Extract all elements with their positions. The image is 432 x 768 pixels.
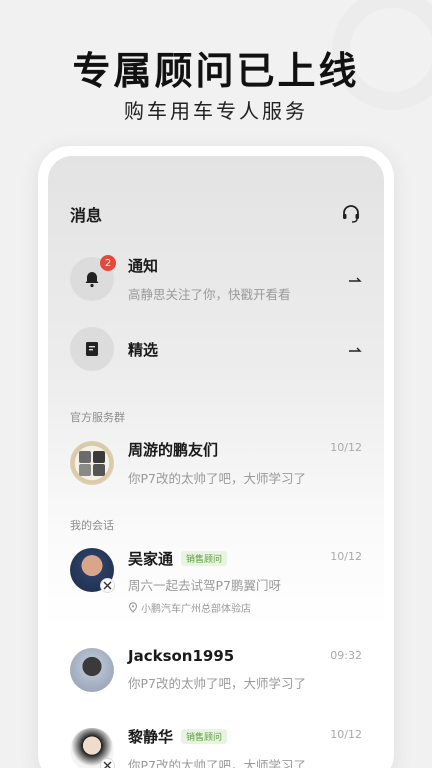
headset-icon[interactable] <box>340 203 362 225</box>
featured-icon-wrap <box>70 327 114 371</box>
bell-icon <box>85 272 99 288</box>
group-last-message: 你P7改的太帅了吧，大师学习了 <box>128 471 306 486</box>
document-icon <box>86 342 98 356</box>
chat-time: 10/12 <box>330 550 362 563</box>
chat-time: 09:32 <box>330 649 362 662</box>
chat-text: 吴家通 销售顾问 周六一起去试驾P7鹏翼门呀 小鹏汽车广州总部体验店 10/12 <box>128 548 362 615</box>
verified-icon <box>100 758 115 768</box>
section-label-official: 官方服务群 <box>70 411 125 424</box>
unread-badge: 2 <box>100 255 116 271</box>
sales-advisor-tag: 销售顾问 <box>181 729 228 744</box>
location-pin-icon <box>128 602 138 613</box>
chat-avatar <box>70 647 114 692</box>
chat-last-message: 你P7改的太帅了吧，大师学习了 <box>128 676 306 691</box>
page-title: 消息 <box>70 206 103 225</box>
section-label-mine: 我的会话 <box>70 519 114 532</box>
chat-row[interactable]: 吴家通 销售顾问 周六一起去试驾P7鹏翼门呀 小鹏汽车广州总部体验店 10/12 <box>70 548 362 615</box>
chat-name: 吴家通 销售顾问 <box>128 548 362 569</box>
chat-last-message: 周六一起去试驾P7鹏翼门呀 <box>128 578 281 593</box>
chat-location: 小鹏汽车广州总部体验店 <box>128 600 362 615</box>
notifications-preview: 高静思关注了你，快戳开看看 <box>128 287 291 302</box>
arrow-right-icon <box>349 347 362 352</box>
chat-row[interactable]: Jackson1995 你P7改的太帅了吧，大师学习了 09:32 <box>70 647 362 692</box>
chat-last-message: 你P7改的太帅了吧，大师学习了 <box>128 758 306 768</box>
chat-row[interactable]: 黎静华 销售顾问 你P7改的太帅了吧，大师学习了 10/12 <box>70 726 362 768</box>
chat-name: Jackson1995 <box>128 647 235 665</box>
chat-text: 黎静华 销售顾问 你P7改的太帅了吧，大师学习了 10/12 <box>128 726 362 768</box>
hero-title: 专属顾问已上线 <box>72 49 360 93</box>
featured-title: 精选 <box>128 340 159 359</box>
chat-time: 10/12 <box>330 728 362 741</box>
featured-row[interactable]: 精选 <box>70 327 362 371</box>
notifications-title: 通知 <box>128 257 159 275</box>
notifications-text: 通知 高静思关注了你，快戳开看看 <box>128 255 348 303</box>
group-avatar <box>70 441 114 485</box>
notifications-row[interactable]: 2 通知 高静思关注了你，快戳开看看 <box>70 255 362 303</box>
arrow-right-icon <box>349 277 362 282</box>
top-bar: 消息 <box>70 202 362 226</box>
chat-text: Jackson1995 你P7改的太帅了吧，大师学习了 09:32 <box>128 647 362 692</box>
group-time: 10/12 <box>330 441 362 454</box>
chat-avatar <box>70 728 115 768</box>
chat-name: 黎静华 销售顾问 <box>128 726 362 747</box>
messages-screen: 消息 2 通知 高静思关注了你，快戳开看看 精选 官方服务群 周游的鹏友们 你P… <box>48 156 384 768</box>
featured-text: 精选 <box>128 339 348 360</box>
notification-icon-wrap: 2 <box>70 255 116 301</box>
phone-frame: 消息 2 通知 高静思关注了你，快戳开看看 精选 官方服务群 周游的鹏友们 你P… <box>38 146 394 768</box>
verified-icon <box>100 578 115 593</box>
group-chat-text: 周游的鹏友们 你P7改的太帅了吧，大师学习了 10/12 <box>128 439 362 487</box>
sales-advisor-tag: 销售顾问 <box>181 551 228 566</box>
group-chat-row[interactable]: 周游的鹏友们 你P7改的太帅了吧，大师学习了 10/12 <box>70 439 362 487</box>
chat-avatar <box>70 548 115 593</box>
group-name: 周游的鹏友们 <box>128 441 219 459</box>
hero-subtitle: 购车用车专人服务 <box>124 99 308 123</box>
